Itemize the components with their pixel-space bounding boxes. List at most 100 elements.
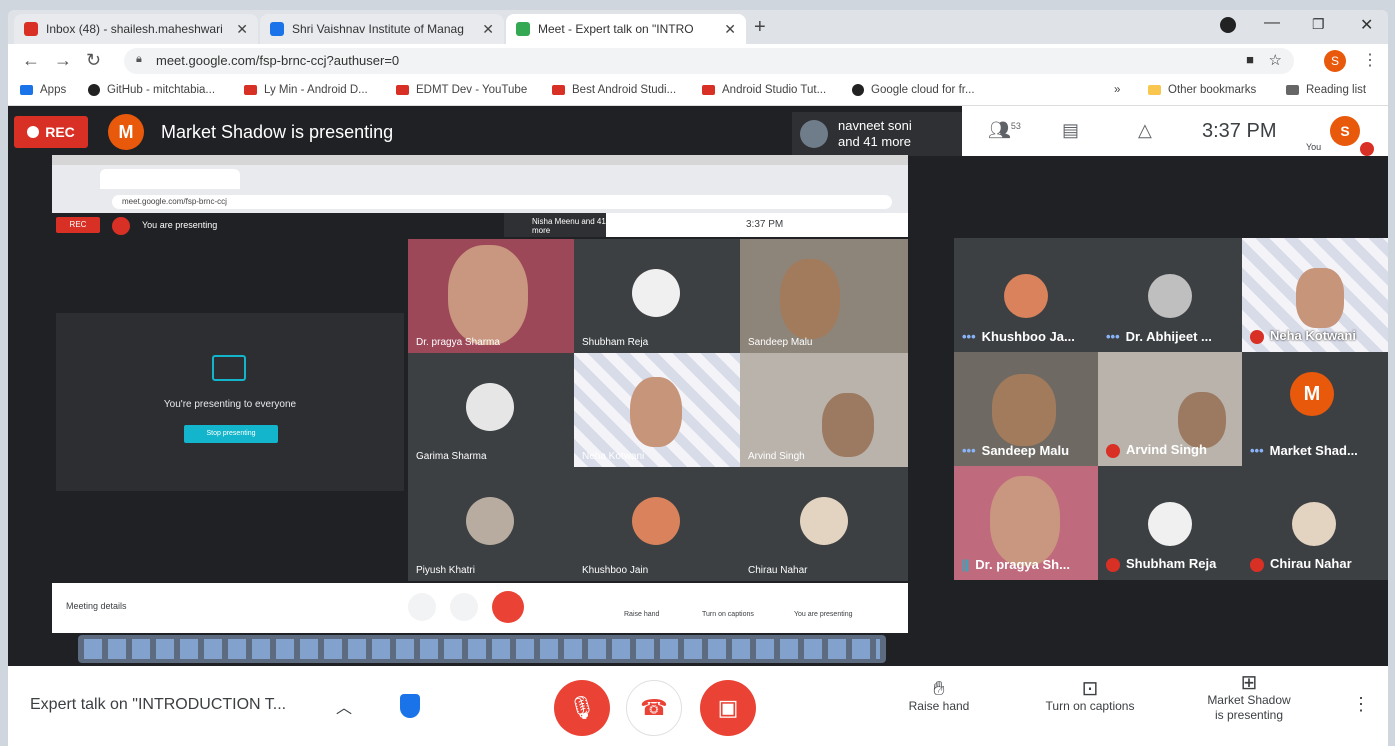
url-input[interactable]: 🔒︎ meet.google.com/fsp-brnc-ccj?authuser… [124,48,1294,74]
close-icon[interactable]: ✕ [228,21,248,38]
shared-tile: Garima Sharma [408,353,574,467]
tab-label: Shri Vaishnav Institute of Manag [292,22,464,36]
tab-inbox[interactable]: Inbox (48) - shailesh.maheshwari ✕ [14,14,258,44]
meet-info-bar: 👥︎53 ▤ △ 3:37 PM You S [962,106,1388,156]
participant-tile[interactable]: Arvind Singh [1098,352,1242,466]
reload-icon[interactable]: ↻ [86,50,101,71]
camera-icon[interactable]: ■ [1246,52,1254,67]
raise-hand-button[interactable]: ✋︎ Raise hand [894,679,984,714]
avatar [992,374,1056,446]
shared-viewer: Nisha Meenu and 41 more [504,213,606,237]
shared-you-presenting: You are presenting [794,611,853,618]
dock-icons [84,639,880,659]
meet-control-bar: Expert talk on "INTRODUCTION T... ︿ 🎙︎ ☎… [8,666,1388,746]
you-avatar[interactable]: S [1330,116,1360,146]
mic-off-icon: 🎙︎ [568,695,596,720]
tab-meet[interactable]: Meet - Expert talk on "INTRO ✕ [506,14,746,44]
menu-icon[interactable]: ⋮ [1362,50,1378,70]
clock: 3:37 PM [1202,120,1277,142]
shared-meet: REC You are presenting Nisha Meenu and 4… [52,213,908,583]
shared-tile: Arvind Singh [740,353,908,467]
avatar [1178,392,1226,448]
avatar [1148,502,1192,546]
maximize-button[interactable]: ❐ [1312,16,1325,33]
people-icon[interactable]: 👥︎53 [988,120,1021,141]
forward-icon[interactable]: → [54,50,72,71]
close-icon[interactable]: ✕ [716,21,736,38]
avatar [1292,502,1336,546]
shared-tile: Shubham Reja [574,239,740,353]
shared-tile: Sandeep Malu [740,239,908,353]
shared-raise-hand: Raise hand [624,611,660,618]
presenting-title: Market Shadow is presenting [161,122,394,142]
participant-tile[interactable]: ••• Sandeep Malu [954,352,1098,466]
presenting-button[interactable]: ⊞ Market Shadow is presenting [1194,673,1304,723]
recording-badge: REC [14,116,88,148]
participant-tile[interactable]: ••• Khushboo Ja... [954,238,1098,352]
meeting-title[interactable]: Expert talk on "INTRODUCTION T... [30,696,286,714]
back-icon[interactable]: ← [22,50,40,71]
shared-browser-chrome: meet.google.com/fsp-brnc-ccj [52,155,908,213]
gmail-icon [24,22,38,36]
star-icon[interactable]: ☆ [1269,51,1282,69]
mic-off-icon [1106,558,1120,572]
camera-off-icon: ▣ [717,695,739,720]
bookmark-edmt[interactable]: EDMT Dev - YouTube [396,84,527,96]
participant-tile[interactable]: || Dr. pragya Sh... [954,466,1098,580]
mic-off-icon [1106,444,1120,458]
shared-screen: meet.google.com/fsp-brnc-ccj REC You are… [52,155,908,633]
participant-tile[interactable]: M ••• Market Shad... [1242,352,1388,466]
shared-tile: Dr. pragya Sharma [408,239,574,353]
shared-rec-badge: REC [56,217,100,233]
speaking-icon: ••• [1106,329,1120,344]
speaking-icon: ••• [962,443,976,458]
more-options-icon[interactable]: ⋮ [1352,694,1370,715]
address-bar: ← → ↻ 🔒︎ meet.google.com/fsp-brnc-ccj?au… [8,44,1388,78]
bookmark-other[interactable]: Other bookmarks [1148,84,1256,96]
shared-tile: Piyush Khatri [408,467,574,581]
tab-institute[interactable]: Shri Vaishnav Institute of Manag ✕ [260,14,504,44]
new-tab-button[interactable]: + [754,16,766,39]
shield-icon[interactable] [400,694,420,718]
avatar [1148,274,1192,318]
shared-control-bar: Meeting details Raise hand Turn on capti… [52,583,908,633]
lock-icon: 🔒︎ [136,53,142,65]
bookmark-best-android[interactable]: Best Android Studi... [552,84,676,96]
leave-call-button[interactable]: ☎︎ [626,680,682,736]
participant-tile[interactable]: Chirau Nahar [1242,466,1388,580]
tab-label: Inbox (48) - shailesh.maheshwari [46,22,223,36]
mac-dock [78,635,886,663]
account-icon[interactable] [1220,17,1236,33]
presenter-avatar: M [108,114,144,150]
bookmark-lymin[interactable]: Ly Min - Android D... [244,84,368,96]
close-icon[interactable]: ✕ [474,21,494,38]
shared-clock: 3:37 PM [746,219,784,230]
participant-tile[interactable]: Shubham Reja [1098,466,1242,580]
speaking-icon: || [962,557,970,572]
profile-avatar[interactable]: S [1324,50,1346,72]
camera-off-button[interactable]: ▣ [700,680,756,736]
chevron-up-icon[interactable]: ︿ [336,694,352,718]
participant-tile[interactable]: Neha Kotwani [1242,238,1388,352]
speaking-icon: ••• [962,329,976,344]
bookmark-github[interactable]: GitHub - mitchtabia... [88,84,215,96]
window-close-button[interactable]: ✕ [1360,15,1373,35]
meet-icon [516,22,530,36]
participant-tile[interactable]: ••• Dr. Abhijeet ... [1098,238,1242,352]
avatar [1296,268,1344,328]
bookmark-apps[interactable]: Apps [20,84,66,96]
captions-button[interactable]: ⊡ Turn on captions [1030,679,1150,714]
speaking-icon: ••• [1250,443,1264,458]
browser-tab-bar: Inbox (48) - shailesh.maheshwari ✕ Shri … [8,10,1388,44]
bookmark-reading-list[interactable]: Reading list [1286,84,1366,96]
stop-presenting-button[interactable]: Stop presenting [184,425,278,443]
minimize-button[interactable]: — [1264,14,1280,32]
bookmark-android-studio[interactable]: Android Studio Tut... [702,84,826,96]
activities-icon[interactable]: △ [1138,120,1152,141]
record-dot-icon [27,126,40,138]
chat-icon[interactable]: ▤ [1062,120,1079,141]
more-bookmarks-icon[interactable]: » [1114,84,1120,96]
mic-off-button[interactable]: 🎙︎ [554,680,610,736]
bookmark-google-cloud[interactable]: Google cloud for fr... [852,84,975,96]
shared-tile: Chirau Nahar [740,467,908,581]
